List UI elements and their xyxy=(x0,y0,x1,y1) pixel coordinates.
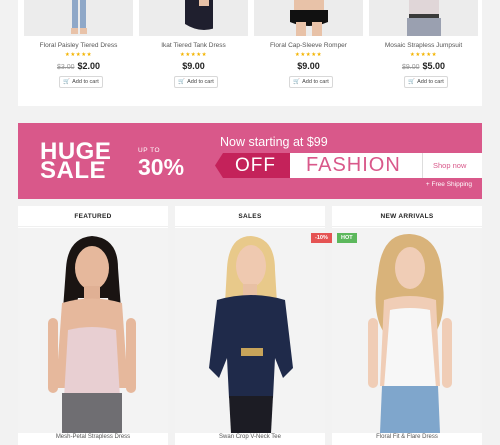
product-name[interactable]: Mosaic Strapless Jumpsuit xyxy=(369,42,478,49)
rating-stars: ★★★★★ xyxy=(179,52,208,58)
cart-icon: 🛒 xyxy=(63,79,71,85)
card-product-name[interactable]: Mesh-Petal Strapless Dress xyxy=(18,434,168,440)
product-image[interactable] xyxy=(254,0,363,36)
card-header[interactable]: NEW ARRIVALS xyxy=(332,206,482,227)
old-price: $3.00 xyxy=(56,64,75,71)
product-price: $9.00 xyxy=(139,61,248,71)
product-price: $9.00 $5.00 xyxy=(369,61,478,71)
starting-price-text: Now starting at $99 xyxy=(220,135,328,149)
card-product-name[interactable]: Floral Fit & Flare Dress xyxy=(332,434,482,440)
promo-banner[interactable]: HUGE SALE UP TO 30% Now starting at $99 … xyxy=(18,123,482,199)
product-card[interactable]: Mosaic Strapless Jumpsuit ★★★★★ $9.00 $5.… xyxy=(369,0,478,106)
cart-icon: 🛒 xyxy=(178,79,186,85)
sales-card: SALES -10% Swan Crop V-Neck Tee xyxy=(175,206,332,445)
product-price: $3.00 $2.00 xyxy=(24,61,133,71)
product-name[interactable]: Floral Cap-Sleeve Romper xyxy=(254,42,363,49)
free-shipping-label: + Free Shipping xyxy=(425,181,472,188)
cart-icon: 🛒 xyxy=(408,79,416,85)
product-image[interactable] xyxy=(369,0,478,36)
add-to-cart-button[interactable]: 🛒 Add to cart xyxy=(174,76,218,88)
add-to-cart-button[interactable]: 🛒 Add to cart xyxy=(289,76,333,88)
card-header[interactable]: SALES xyxy=(175,206,325,227)
cart-icon: 🛒 xyxy=(293,79,301,85)
product-strip: Floral Paisley Tiered Dress ★★★★★ $3.00 $… xyxy=(18,0,482,106)
product-card[interactable]: Floral Cap-Sleeve Romper ★★★★★ $9.00 🛒 Ad… xyxy=(254,0,363,106)
add-to-cart-button[interactable]: 🛒 Add to cart xyxy=(59,76,103,88)
product-photo[interactable] xyxy=(175,228,325,433)
up-to-label: UP TO xyxy=(138,147,161,154)
rating-stars: ★★★★★ xyxy=(294,52,323,58)
product-card[interactable]: Floral Paisley Tiered Dress ★★★★★ $3.00 $… xyxy=(24,0,133,106)
rating-stars: ★★★★★ xyxy=(409,52,438,58)
rating-stars: ★★★★★ xyxy=(64,52,93,58)
product-price: $9.00 xyxy=(254,61,363,71)
product-photo[interactable] xyxy=(332,228,482,433)
add-to-cart-button[interactable]: 🛒 Add to cart xyxy=(404,76,448,88)
current-price: $2.00 xyxy=(77,61,101,71)
current-price: $9.00 xyxy=(182,61,205,71)
huge-sale-text: HUGE SALE xyxy=(40,138,112,184)
product-photo[interactable] xyxy=(18,228,168,433)
product-card[interactable]: Ikat Tiered Tank Dress ★★★★★ $9.00 🛒 Add … xyxy=(139,0,248,106)
shop-now-link[interactable]: Shop now xyxy=(422,153,466,178)
product-image[interactable] xyxy=(139,0,248,36)
new-arrivals-card: NEW ARRIVALS HOT Floral Fit & Flare Dres… xyxy=(332,206,482,445)
discount-percent: 30% xyxy=(138,154,185,180)
off-label: OFF xyxy=(215,153,290,178)
hot-badge: HOT xyxy=(337,233,357,243)
old-price: $9.00 xyxy=(401,64,420,71)
current-price: $5.00 xyxy=(422,61,446,71)
current-price: $9.00 xyxy=(297,61,320,71)
featured-card: FEATURED Mesh-Petal Strapless Dress xyxy=(18,206,168,445)
card-header[interactable]: FEATURED xyxy=(18,206,168,227)
product-name[interactable]: Floral Paisley Tiered Dress xyxy=(24,42,133,49)
product-name[interactable]: Ikat Tiered Tank Dress xyxy=(139,42,248,49)
fashion-label: FASHION xyxy=(306,154,401,176)
product-image[interactable] xyxy=(24,0,133,36)
card-product-name[interactable]: Swan Crop V-Neck Tee xyxy=(175,434,325,440)
discount-badge: -10% xyxy=(311,233,332,243)
